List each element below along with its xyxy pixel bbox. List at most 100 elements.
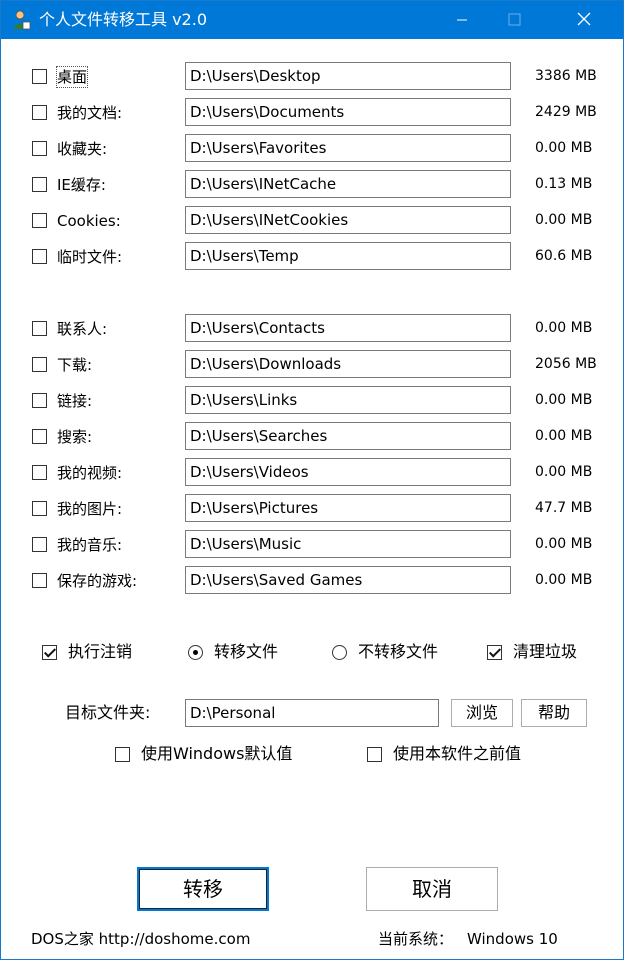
folder-size: 3386 MB <box>535 68 597 84</box>
folder-row-links: 链接: D:\Users\Links 0.00 MB <box>1 383 623 419</box>
previous-value-label: 使用本软件之前值 <box>393 744 522 763</box>
folder-size: 0.00 MB <box>535 320 593 336</box>
checkbox-contacts[interactable] <box>32 321 47 336</box>
footer-system-value: Windows 10 <box>467 930 558 948</box>
folder-label: 临时文件: <box>57 248 123 266</box>
path-field-saved-games[interactable]: D:\Users\Saved Games <box>185 566 511 594</box>
checkbox-favorites[interactable] <box>32 141 47 156</box>
checkbox-videos[interactable] <box>32 465 47 480</box>
folder-label: 下载: <box>57 356 93 374</box>
previous-value-checkbox[interactable] <box>367 747 382 762</box>
minimize-button[interactable] <box>439 1 485 39</box>
path-field-inetcache[interactable]: D:\Users\INetCache <box>185 170 511 198</box>
move-files-radio[interactable] <box>188 645 203 660</box>
folder-size: 0.00 MB <box>535 140 593 156</box>
cancel-button[interactable]: 取消 <box>366 867 498 911</box>
windows-default-label: 使用Windows默认值 <box>141 744 293 763</box>
folder-row-searches: 搜索: D:\Users\Searches 0.00 MB <box>1 419 623 455</box>
path-field-pictures[interactable]: D:\Users\Pictures <box>185 494 511 522</box>
window-title: 个人文件转移工具 v2.0 <box>39 10 208 29</box>
footer-brand: DOS之家 http://doshome.com <box>31 930 251 948</box>
help-button[interactable]: 帮助 <box>521 699 587 727</box>
folder-label: 搜索: <box>57 428 93 446</box>
folder-row-pictures: 我的图片: D:\Users\Pictures 47.7 MB <box>1 491 623 527</box>
cleanup-checkbox[interactable] <box>487 645 502 660</box>
checkbox-downloads[interactable] <box>32 357 47 372</box>
folder-row-cookies: Cookies: D:\Users\INetCookies 0.00 MB <box>1 203 623 239</box>
folder-size: 0.00 MB <box>535 536 593 552</box>
folder-row-videos: 我的视频: D:\Users\Videos 0.00 MB <box>1 455 623 491</box>
folder-size: 2056 MB <box>535 356 597 372</box>
checkbox-music[interactable] <box>32 537 47 552</box>
footer-system-label: 当前系统： <box>378 930 454 948</box>
folder-row-contacts: 联系人: D:\Users\Contacts 0.00 MB <box>1 311 623 347</box>
folder-size: 0.00 MB <box>535 464 593 480</box>
cleanup-label: 清理垃圾 <box>513 642 578 661</box>
folder-label: 链接: <box>57 392 93 410</box>
folder-label: 桌面 <box>55 66 89 88</box>
path-field-downloads[interactable]: D:\Users\Downloads <box>185 350 511 378</box>
checkbox-saved-games[interactable] <box>32 573 47 588</box>
path-field-contacts[interactable]: D:\Users\Contacts <box>185 314 511 342</box>
logoff-checkbox[interactable] <box>42 645 57 660</box>
folder-label: 保存的游戏: <box>57 572 138 590</box>
title-bar[interactable]: 个人文件转移工具 v2.0 <box>1 1 623 39</box>
maximize-icon <box>508 13 521 26</box>
folder-row-inetcache: IE缓存: D:\Users\INetCache 0.13 MB <box>1 167 623 203</box>
checkbox-pictures[interactable] <box>32 501 47 516</box>
folder-size: 2429 MB <box>535 104 597 120</box>
minimize-icon <box>457 19 467 21</box>
folder-size: 47.7 MB <box>535 500 593 516</box>
folder-size: 0.00 MB <box>535 572 593 588</box>
folder-row-desktop: 桌面 D:\Users\Desktop 3386 MB <box>1 59 623 95</box>
folder-size: 0.00 MB <box>535 392 593 408</box>
path-field-cookies[interactable]: D:\Users\INetCookies <box>185 206 511 234</box>
folder-label: 我的视频: <box>57 464 123 482</box>
path-field-links[interactable]: D:\Users\Links <box>185 386 511 414</box>
close-icon <box>577 12 591 26</box>
folder-size: 60.6 MB <box>535 248 593 264</box>
folder-label: 收藏夹: <box>57 140 108 158</box>
move-files-label: 转移文件 <box>214 642 279 661</box>
folder-row-music: 我的音乐: D:\Users\Music 0.00 MB <box>1 527 623 563</box>
person-icon <box>14 10 31 30</box>
browse-button[interactable]: 浏览 <box>451 699 513 727</box>
path-field-music[interactable]: D:\Users\Music <box>185 530 511 558</box>
folder-label: 我的图片: <box>57 500 123 518</box>
folder-label: IE缓存: <box>57 176 106 194</box>
folder-label: 我的文档: <box>57 104 123 122</box>
windows-default-checkbox[interactable] <box>115 747 130 762</box>
target-folder-label: 目标文件夹: <box>65 703 151 722</box>
checkbox-cookies[interactable] <box>32 213 47 228</box>
app-window: 个人文件转移工具 v2.0 桌面 D:\Users\Desktop 3386 M… <box>0 0 624 960</box>
checkbox-desktop[interactable] <box>32 69 47 84</box>
folder-size: 0.00 MB <box>535 212 593 228</box>
checkbox-inetcache[interactable] <box>32 177 47 192</box>
checkbox-temp[interactable] <box>32 249 47 264</box>
path-field-favorites[interactable]: D:\Users\Favorites <box>185 134 511 162</box>
folder-row-saved-games: 保存的游戏: D:\Users\Saved Games 0.00 MB <box>1 563 623 599</box>
folder-size: 0.00 MB <box>535 428 593 444</box>
maximize-button[interactable] <box>491 1 537 39</box>
no-move-files-radio[interactable] <box>332 645 347 660</box>
folder-label: 联系人: <box>57 320 108 338</box>
folder-size: 0.13 MB <box>535 176 593 192</box>
target-folder-input[interactable]: D:\Personal <box>185 699 439 727</box>
folder-row-temp: 临时文件: D:\Users\Temp 60.6 MB <box>1 239 623 275</box>
checkbox-searches[interactable] <box>32 429 47 444</box>
checkbox-documents[interactable] <box>32 105 47 120</box>
logoff-label: 执行注销 <box>68 642 133 661</box>
path-field-videos[interactable]: D:\Users\Videos <box>185 458 511 486</box>
folder-row-documents: 我的文档: D:\Users\Documents 2429 MB <box>1 95 623 131</box>
folder-label: Cookies: <box>57 212 121 230</box>
path-field-searches[interactable]: D:\Users\Searches <box>185 422 511 450</box>
folder-row-favorites: 收藏夹: D:\Users\Favorites 0.00 MB <box>1 131 623 167</box>
checkbox-links[interactable] <box>32 393 47 408</box>
folder-row-downloads: 下载: D:\Users\Downloads 2056 MB <box>1 347 623 383</box>
path-field-temp[interactable]: D:\Users\Temp <box>185 242 511 270</box>
transfer-button[interactable]: 转移 <box>137 867 269 911</box>
close-button[interactable] <box>561 1 607 39</box>
folder-label: 我的音乐: <box>57 536 123 554</box>
path-field-documents[interactable]: D:\Users\Documents <box>185 98 511 126</box>
path-field-desktop[interactable]: D:\Users\Desktop <box>185 62 511 90</box>
